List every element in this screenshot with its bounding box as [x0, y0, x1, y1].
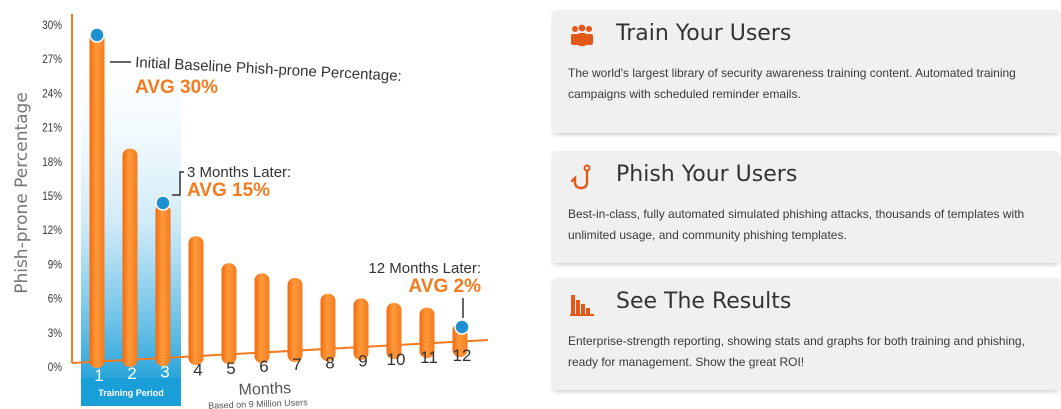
x-tick-label: 3 [160, 362, 169, 381]
card-title: Phish Your Users [616, 162, 798, 187]
card-description: Enterprise-strength reporting, showing s… [568, 334, 1025, 369]
data-marker [155, 195, 171, 211]
results-chart-icon [570, 295, 594, 316]
y-tick-label: 21% [42, 122, 62, 135]
y-tick-label: 3% [48, 327, 62, 340]
card-see-results: See The Results Enterprise-strength repo… [553, 278, 1059, 390]
x-tick-label: 4 [193, 361, 202, 380]
y-axis-label: Phish-prone Percentage [12, 92, 32, 294]
x-axis-note: Based on 9 Million Users [208, 397, 308, 409]
y-tick-label: 0% [48, 361, 62, 374]
x-tick-label: 11 [420, 348, 438, 367]
bar [188, 236, 204, 365]
bar [89, 32, 105, 368]
training-period-label: Training Period [98, 388, 164, 398]
card-description: The world's largest library of security … [568, 66, 1016, 101]
y-tick-label: 27% [42, 53, 62, 66]
bar [254, 273, 270, 363]
bar [155, 203, 171, 366]
phish-prone-chart: Training Period 0% 3% 6% 9% 12% 15% 18% 21% 24% 2… [12, 14, 489, 409]
y-tick-label: 12% [42, 224, 62, 237]
x-tick-label: 2 [127, 364, 136, 383]
y-tick-label: 30% [42, 19, 62, 32]
bar [122, 148, 138, 367]
card-title: Train Your Users [616, 21, 792, 46]
x-tick-label: 9 [358, 352, 367, 371]
card-title: See The Results [616, 289, 792, 314]
annotation-text: 3 Months Later: [187, 164, 291, 181]
y-tick-label: 18% [42, 156, 62, 169]
x-tick-label: 1 [94, 366, 103, 385]
x-tick-label: 5 [226, 359, 235, 378]
annotation-value: AVG 2% [408, 276, 481, 297]
annotation-value: AVG 30% [135, 77, 218, 98]
bar [320, 293, 336, 361]
x-tick-label: 12 [453, 346, 472, 365]
users-icon [571, 24, 593, 46]
y-tick-label: 15% [42, 190, 62, 203]
y-tick-label: 9% [48, 259, 62, 272]
x-tick-label: 7 [292, 355, 301, 374]
x-axis-label: Months [238, 380, 291, 399]
bar [221, 263, 237, 364]
bar [287, 278, 303, 362]
annotation-value: AVG 15% [187, 180, 270, 201]
annotation-text: 12 Months Later: [368, 260, 481, 277]
y-tick-label: 6% [48, 293, 62, 306]
card-description: Best-in-class, fully automated simulated… [568, 207, 1025, 242]
y-tick-label: 24% [42, 88, 62, 101]
x-tick-label: 6 [259, 357, 268, 376]
data-marker [89, 27, 105, 43]
card-phish-users: Phish Your Users Best-in-class, fully au… [553, 151, 1059, 263]
card-train-users: Train Your Users The world's largest lib… [553, 10, 1059, 133]
x-tick-label: 10 [387, 350, 406, 369]
x-tick-label: 8 [325, 353, 334, 372]
fishhook-icon [570, 164, 591, 190]
data-marker [454, 319, 470, 335]
